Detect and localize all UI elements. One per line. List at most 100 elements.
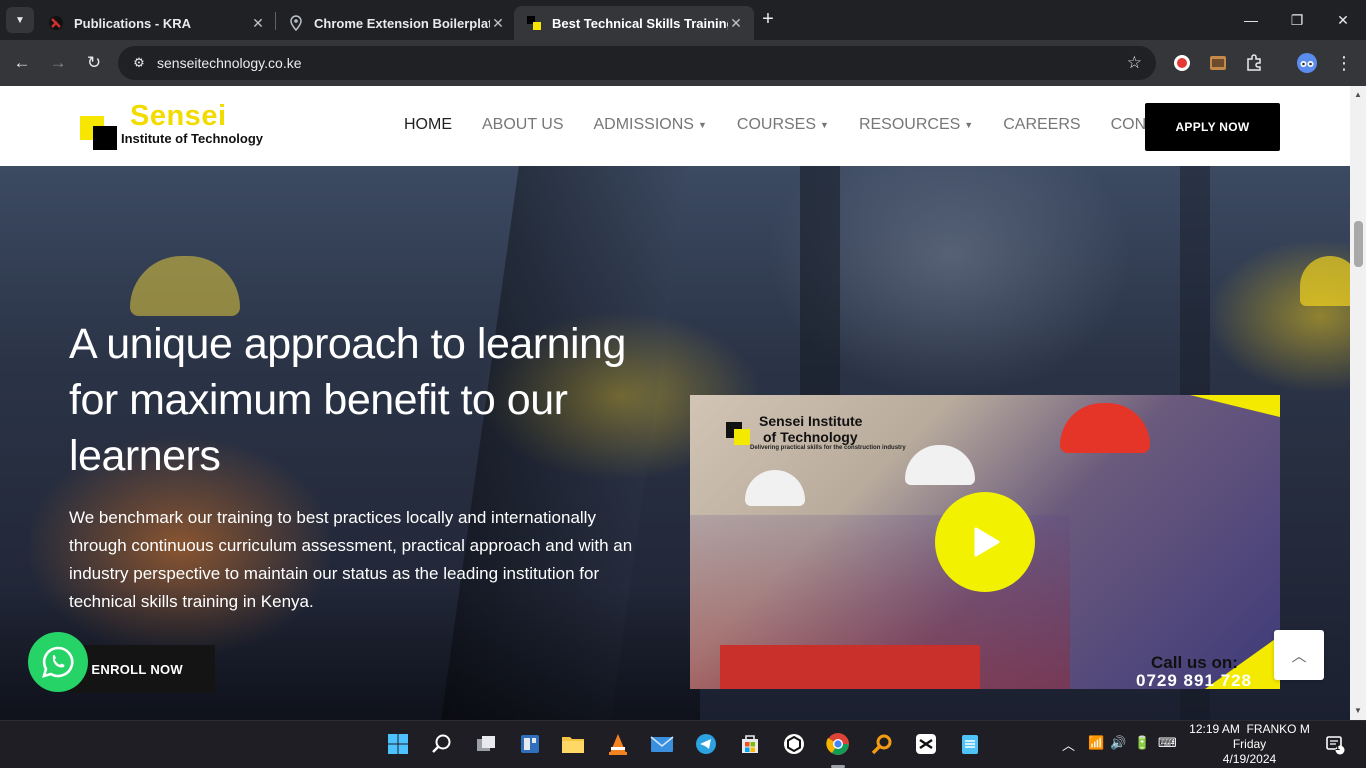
tab-chrome-extension[interactable]: Chrome Extension Boilerplate ( ✕ — [276, 6, 516, 40]
scrollbar-thumb[interactable] — [1354, 221, 1363, 267]
back-to-top-button[interactable]: ︿ — [1274, 630, 1324, 680]
nav-label: ADMISSIONS — [593, 116, 694, 133]
hero-section: A unique approach to learning for maximu… — [0, 166, 1350, 720]
nav-admissions[interactable]: ADMISSIONS ▼ — [594, 116, 707, 134]
tab-sensei[interactable]: Best Technical Skills Training In ✕ — [514, 6, 754, 40]
forward-button[interactable]: → — [44, 49, 72, 77]
nav-about-us[interactable]: ABOUT US — [482, 116, 564, 134]
scroll-down-arrow-icon[interactable]: ▼ — [1354, 706, 1362, 715]
vlc-icon[interactable] — [605, 731, 631, 757]
task-view-icon[interactable] — [473, 731, 499, 757]
new-tab-button[interactable]: + — [757, 8, 779, 30]
bookmark-star-icon[interactable]: ☆ — [1127, 53, 1142, 73]
play-button[interactable] — [935, 492, 1035, 592]
minimize-button[interactable]: — — [1228, 0, 1274, 40]
site-settings-icon[interactable]: ⚙ — [130, 54, 148, 72]
chrome-icon[interactable] — [825, 731, 851, 757]
map-pin-icon — [290, 15, 302, 31]
mail-icon[interactable] — [649, 731, 675, 757]
clock-day: Friday — [1232, 737, 1267, 751]
back-button[interactable]: ← — [8, 49, 36, 77]
tab-title: Publications - KRA — [74, 15, 192, 31]
battery-icon[interactable]: 🔋 — [1134, 735, 1150, 751]
main-nav: HOME ABOUT US ADMISSIONS ▼ COURSES ▼ RESOU… — [404, 116, 1227, 134]
widgets-icon[interactable] — [517, 731, 543, 757]
more-menu-icon[interactable]: ⋮ — [1332, 51, 1356, 75]
reload-icon: ↻ — [86, 53, 102, 72]
image-extension-icon[interactable] — [1206, 51, 1230, 75]
close-window-button[interactable]: ✕ — [1320, 0, 1366, 40]
video-call-label: Call us on: — [1151, 653, 1238, 672]
nav-home[interactable]: HOME — [404, 116, 452, 134]
chatgpt-icon[interactable] — [781, 731, 807, 757]
play-icon — [974, 527, 1000, 557]
hero-description: We benchmark our training to best practi… — [69, 508, 633, 611]
bg-hard-hat — [130, 256, 240, 316]
scroll-up-arrow-icon[interactable]: ▲ — [1354, 90, 1362, 99]
arrow-left-icon: ← — [13, 53, 31, 72]
keyboard-icon[interactable]: ⌨ — [1158, 735, 1177, 751]
hero-title: A unique approach to learning for maximu… — [69, 320, 626, 480]
video-brand-line2: of Technology — [763, 429, 858, 445]
video-tagline: Delivering practical skills for the cons… — [750, 445, 906, 451]
close-tab-icon[interactable]: ✕ — [490, 15, 506, 31]
volume-icon[interactable]: 🔊 — [1110, 735, 1126, 751]
video-thumbnail[interactable]: Sensei Institute of Technology Deliverin… — [690, 395, 1280, 689]
address-bar[interactable]: ⚙ senseitechnology.co.ke ☆ — [118, 46, 1156, 80]
search-icon[interactable] — [429, 731, 455, 757]
tab-title: Best Technical Skills Training In — [552, 15, 728, 31]
arrow-right-icon: → — [49, 53, 67, 72]
url-text[interactable]: senseitechnology.co.ke — [157, 55, 302, 71]
enroll-now-button[interactable]: ENROLL NOW — [69, 645, 215, 693]
profile-avatar-icon[interactable] — [1295, 51, 1319, 75]
apply-now-button[interactable]: APPLY NOW — [1145, 103, 1280, 151]
taskbar-clock[interactable]: 12:19 AM FRANKO M Friday 4/19/2024 — [1187, 722, 1312, 767]
file-explorer-icon[interactable] — [560, 731, 586, 757]
logo-brand: Sensei — [130, 100, 227, 132]
extensions-puzzle-icon[interactable] — [1242, 51, 1266, 75]
telegram-icon[interactable] — [693, 731, 719, 757]
capcut-icon[interactable] — [913, 731, 939, 757]
nav-courses[interactable]: COURSES ▼ — [737, 116, 829, 134]
restore-button[interactable]: ❐ — [1274, 0, 1320, 40]
bg-hard-hat — [1300, 256, 1350, 306]
close-tab-icon[interactable]: ✕ — [728, 15, 744, 31]
clock-user: FRANKO M — [1246, 722, 1310, 736]
video-phone: 0729 891 728 — [1136, 671, 1252, 689]
close-tab-icon[interactable]: ✕ — [250, 15, 266, 31]
show-hidden-icons-chevron-up-icon[interactable]: ︿ — [1062, 735, 1075, 754]
tab-title: Chrome Extension Boilerplate ( — [314, 15, 490, 31]
whatsapp-chat-button[interactable] — [28, 632, 88, 692]
video-helmet — [745, 470, 805, 506]
logo-subtitle: Institute of Technology — [121, 131, 264, 146]
browser-toolbar: ← → ↻ ⚙ senseitechnology.co.ke ☆ ⋮ — [0, 40, 1366, 86]
video-brand: Sensei Institute of Technology — [759, 413, 862, 445]
clock-time: 12:19 AM — [1189, 722, 1240, 736]
record-extension-icon[interactable] — [1170, 51, 1194, 75]
notification-center-icon[interactable]: 1 — [1322, 731, 1348, 757]
video-helmet — [905, 445, 975, 485]
nav-label: CAREERS — [1003, 116, 1081, 133]
nav-label: HOME — [404, 116, 452, 133]
chevron-up-icon: ︿ — [1291, 647, 1307, 665]
site-header: Sensei Institute of Technology HOME ABOU… — [0, 86, 1350, 166]
page-scrollbar[interactable]: ▲ ▼ — [1350, 86, 1366, 720]
wifi-icon[interactable]: 📶 — [1088, 735, 1104, 751]
sensei-favicon-icon — [527, 16, 541, 30]
windows-taskbar: ︿ 📶 🔊 🔋 ⌨ 12:19 AM FRANKO M Friday 4/19/… — [0, 720, 1366, 768]
kra-favicon-icon — [49, 16, 63, 30]
search-magnifier-app-icon[interactable] — [869, 731, 895, 757]
video-logo-mark — [734, 429, 750, 445]
reload-button[interactable]: ↻ — [80, 49, 108, 77]
tab-kra[interactable]: Publications - KRA ✕ — [36, 6, 276, 40]
nav-resources[interactable]: RESOURCES ▼ — [859, 116, 973, 134]
microsoft-store-icon[interactable] — [737, 731, 763, 757]
start-windows-icon[interactable] — [385, 731, 411, 757]
caret-down-icon: ▼ — [964, 120, 974, 130]
tab-search-button[interactable]: ▼ — [6, 7, 34, 33]
notepad-icon[interactable] — [957, 731, 983, 757]
nav-careers[interactable]: CAREERS — [1003, 116, 1080, 134]
nav-label: ABOUT US — [482, 116, 564, 133]
site-logo[interactable]: Sensei Institute of Technology — [80, 100, 264, 152]
caret-down-icon: ▼ — [820, 120, 829, 130]
